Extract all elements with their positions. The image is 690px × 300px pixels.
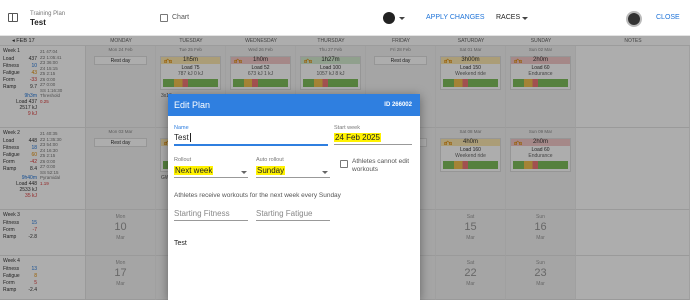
chevron-down-icon[interactable] [241, 171, 247, 174]
user-avatar[interactable] [626, 11, 642, 27]
rollout-underline [174, 177, 248, 178]
chart-checkbox[interactable] [160, 14, 168, 22]
chevron-down-icon[interactable] [522, 17, 528, 20]
auto-rollout-label: Auto rollout [256, 157, 284, 163]
auto-rollout-select[interactable]: Sunday [256, 166, 286, 175]
sidebar-toggle-icon[interactable] [8, 13, 18, 22]
dialog-title: Edit Plan [174, 100, 211, 110]
name-underline [174, 144, 328, 146]
description-text[interactable]: Test [174, 240, 187, 247]
plan-id: ID 266002 [384, 102, 412, 108]
start-week-field[interactable]: 24 Feb 2025 [334, 133, 381, 142]
athlete-avatar-icon[interactable] [383, 12, 395, 24]
top-bar: Training Plan Test Chart APPLY CHANGES R… [0, 0, 690, 36]
edit-plan-dialog: Edit Plan ID 266002 Name Test Start week… [168, 94, 420, 300]
name-label: Name [174, 125, 189, 131]
rollout-label: Rollout [174, 157, 192, 163]
start-week-label: Start week [334, 125, 360, 131]
starting-fitness-field[interactable]: Starting Fitness [174, 209, 230, 218]
chart-checkbox-label: Chart [172, 14, 190, 21]
chevron-down-icon[interactable] [322, 171, 328, 174]
rollout-select[interactable]: Next week [174, 166, 214, 175]
dialog-header: Edit Plan ID 266002 [168, 94, 420, 116]
name-field[interactable]: Test [174, 133, 191, 142]
plan-subtitle: Training Plan [30, 11, 66, 17]
starting-fatigue-underline [256, 220, 330, 221]
close-button[interactable]: CLOSE [656, 14, 680, 21]
chevron-down-icon[interactable] [399, 17, 405, 20]
athletes-cannot-edit-label: Athletes cannot edit workouts [352, 158, 410, 173]
starting-fatigue-field[interactable]: Starting Fatigue [256, 209, 312, 218]
rollout-info: Athletes receive workouts for the next w… [174, 192, 341, 199]
athletes-cannot-edit-checkbox[interactable] [340, 160, 348, 168]
plan-title[interactable]: Test [30, 18, 46, 27]
starting-fitness-underline [174, 220, 248, 221]
auto-rollout-underline [256, 177, 330, 178]
apply-changes-button[interactable]: APPLY CHANGES [426, 14, 485, 21]
start-week-underline [334, 144, 412, 145]
races-button[interactable]: RACES [496, 14, 520, 21]
